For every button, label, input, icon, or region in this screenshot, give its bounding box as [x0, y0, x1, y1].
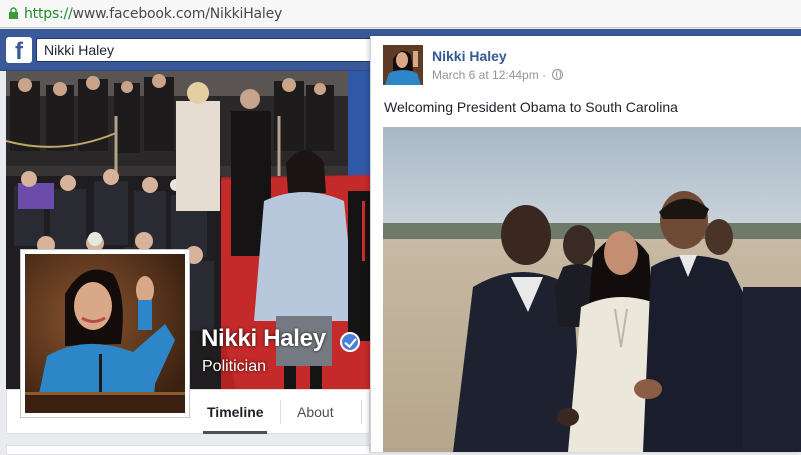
address-url[interactable]: https://www.facebook.com/NikkiHaley — [24, 6, 282, 22]
tab-about[interactable]: About — [297, 404, 334, 420]
post-photo-image — [383, 127, 801, 452]
meta-separator: · — [542, 68, 547, 82]
profile-picture-image — [25, 254, 185, 413]
url-scheme: https:// — [24, 6, 73, 22]
globe-icon — [552, 69, 564, 80]
facebook-logo-icon[interactable]: f — [6, 37, 32, 63]
verified-badge-icon — [340, 332, 360, 352]
post-author[interactable]: Nikki Haley — [432, 48, 507, 64]
post-meta: March 6 at 12:44pm · — [432, 68, 564, 82]
profile-picture[interactable] — [20, 249, 190, 418]
tab-divider — [361, 400, 362, 424]
tab-divider — [280, 400, 281, 424]
post-photo[interactable] — [383, 127, 801, 452]
search-value: Nikki Haley — [44, 42, 115, 58]
next-card — [6, 445, 370, 455]
search-input[interactable]: Nikki Haley — [36, 38, 376, 62]
profile-name[interactable]: Nikki Haley — [201, 325, 326, 353]
post-caption: Welcoming President Obama to South Carol… — [384, 99, 678, 115]
avatar[interactable] — [383, 45, 423, 85]
tab-timeline[interactable]: Timeline — [207, 404, 264, 420]
url-host: www.facebook.com — [72, 6, 206, 22]
post-header-strip — [370, 29, 801, 36]
lock-icon — [9, 7, 18, 19]
post-timestamp[interactable]: March 6 at 12:44pm — [432, 68, 539, 82]
tab-active-indicator — [203, 431, 267, 434]
browser-address-bar[interactable]: https://www.facebook.com/NikkiHaley — [0, 0, 801, 28]
post-panel: Nikki Haley March 6 at 12:44pm · Welcomi… — [370, 36, 801, 452]
profile-category: Politician — [202, 358, 267, 375]
url-path: /NikkiHaley — [205, 6, 283, 22]
avatar-image — [383, 45, 423, 85]
